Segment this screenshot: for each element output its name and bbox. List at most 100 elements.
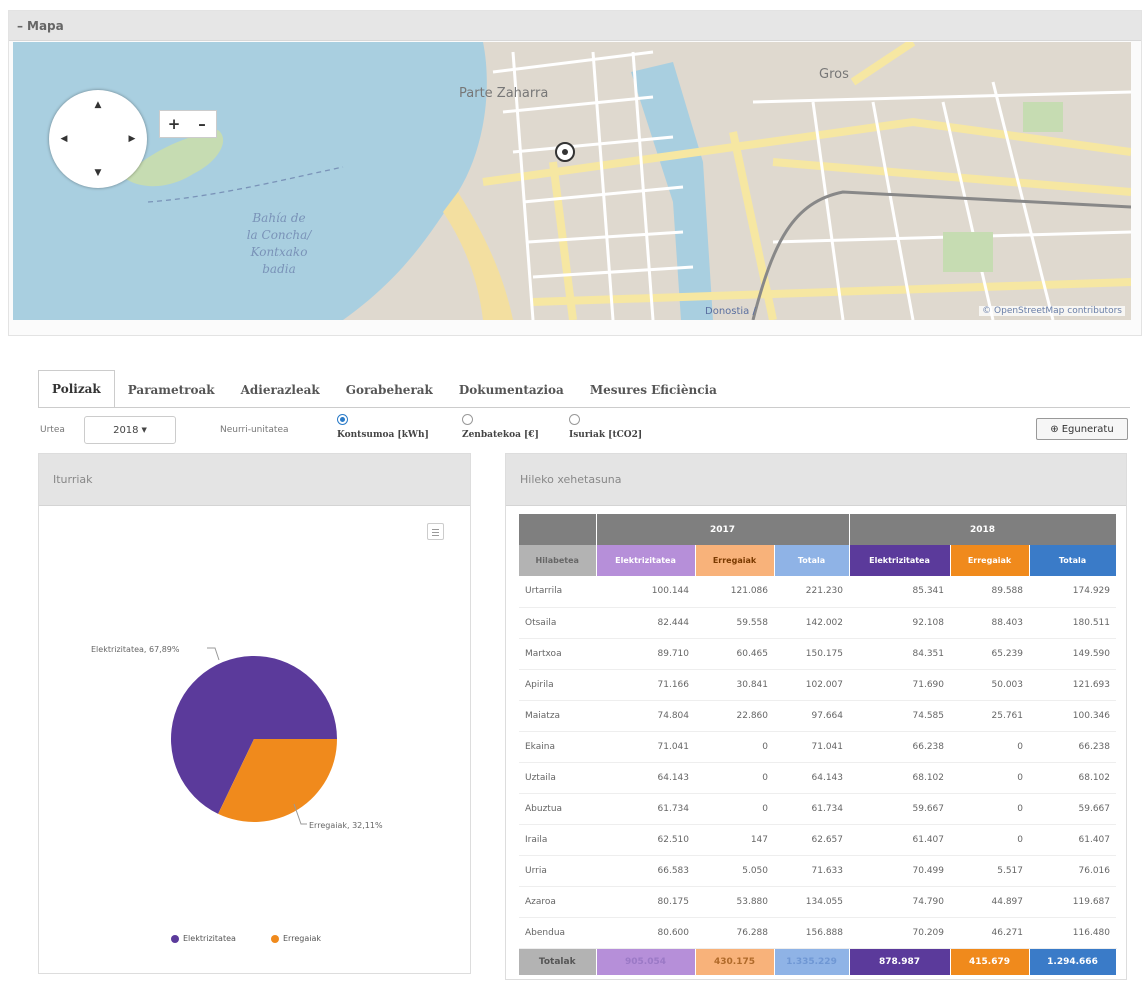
map-attribution[interactable]: © OpenStreetMap contributors — [979, 306, 1125, 316]
legend-item-elektrizitatea[interactable]: Elektrizitatea — [171, 934, 236, 943]
zoom-in-button[interactable]: + — [160, 111, 188, 137]
table-corner — [519, 514, 597, 545]
tab-polizak[interactable]: Polizak — [38, 370, 115, 408]
value-cell: 71.041 — [774, 731, 849, 763]
value-cell: 59.667 — [849, 793, 950, 825]
tab-gorabeherak[interactable]: Gorabeherak — [333, 372, 446, 408]
tab-adierazleak[interactable]: Adierazleak — [228, 372, 333, 408]
value-cell: 62.510 — [596, 824, 695, 856]
value-cell: 82.444 — [596, 607, 695, 639]
column-header: Elektrizitatea — [849, 545, 951, 576]
value-cell: 22.860 — [695, 700, 774, 732]
value-cell: 0 — [695, 793, 774, 825]
column-header: Elektrizitatea — [596, 545, 696, 576]
table-row: Apirila 71.166 30.841 102.007 71.690 50.003 12… — [519, 669, 1116, 701]
month-cell: Martxoa — [519, 638, 596, 670]
map-header[interactable]: – Mapa — [9, 11, 1141, 41]
total-cell: 1.294.666 — [1029, 948, 1117, 975]
monthly-panel: Hileko xehetasuna 2017 2018 Hilabetea Ele… — [505, 453, 1127, 980]
bay-label: Bahía de la Concha/ Kontxako badia — [239, 210, 319, 278]
pie-connector — [207, 647, 220, 661]
month-cell: Otsaila — [519, 607, 596, 639]
year-select[interactable]: 2018 ▼ — [84, 416, 176, 444]
radio-kontsumoa-label[interactable]: Kontsumoa [kWh] — [337, 430, 429, 440]
bay-label-line: badia — [262, 262, 296, 276]
sources-panel-title: Iturriak — [39, 454, 470, 506]
value-cell: 92.108 — [849, 607, 950, 639]
month-cell: Iraila — [519, 824, 596, 856]
radio-zenbatekoa-label[interactable]: Zenbatekoa [€] — [462, 430, 539, 440]
value-cell: 30.841 — [695, 669, 774, 701]
value-cell: 66.238 — [849, 731, 950, 763]
month-cell: Apirila — [519, 669, 596, 701]
tab-bar: Polizak Parametroak Adierazleak Gorabehe… — [38, 370, 730, 408]
month-cell: Abuztua — [519, 793, 596, 825]
pan-left-icon[interactable]: ◀ — [57, 132, 71, 146]
sources-panel: Iturriak Elektrizitatea, 67,89% Erregaia… — [38, 453, 471, 974]
tab-dokumentazioa[interactable]: Dokumentazioa — [446, 372, 577, 408]
pan-up-icon[interactable]: ▲ — [91, 98, 105, 112]
value-cell: 5.050 — [695, 855, 774, 887]
tab-divider — [38, 407, 1130, 408]
value-cell: 100.144 — [596, 576, 695, 608]
value-cell: 59.558 — [695, 607, 774, 639]
table-row: Azaroa 80.175 53.880 134.055 74.790 44.897 119… — [519, 886, 1116, 918]
chart-menu-icon[interactable] — [427, 523, 444, 540]
value-cell: 50.003 — [950, 669, 1029, 701]
month-cell: Urtarrila — [519, 576, 596, 608]
update-button[interactable]: ⊕ Eguneratu — [1036, 418, 1128, 440]
radio-kontsumoa[interactable] — [337, 414, 348, 425]
value-cell: 61.734 — [774, 793, 849, 825]
table-row: Iraila 62.510 147 62.657 61.407 0 61.407 — [519, 824, 1116, 856]
place-label-parte-zaharra: Parte Zaharra — [459, 86, 549, 101]
monthly-panel-title: Hileko xehetasuna — [506, 454, 1126, 506]
value-cell: 89.588 — [950, 576, 1029, 608]
radio-zenbatekoa[interactable] — [462, 414, 473, 425]
value-cell: 0 — [950, 762, 1029, 794]
month-cell: Ekaina — [519, 731, 596, 763]
zoom-out-button[interactable]: – — [188, 111, 216, 137]
table-row: Urria 66.583 5.050 71.633 70.499 5.517 76.016 — [519, 855, 1116, 887]
pan-down-icon[interactable]: ▼ — [91, 166, 105, 180]
month-cell: Abendua — [519, 917, 596, 949]
value-cell: 150.175 — [774, 638, 849, 670]
map-canvas[interactable]: Parte Zaharra Gros Bahía de la Concha/ K… — [13, 42, 1131, 320]
table-row: Uztaila 64.143 0 64.143 68.102 0 68.102 — [519, 762, 1116, 794]
value-cell: 61.407 — [1029, 824, 1116, 856]
value-cell: 156.888 — [774, 917, 849, 949]
value-cell: 0 — [695, 762, 774, 794]
value-cell: 84.351 — [849, 638, 950, 670]
value-cell: 59.667 — [1029, 793, 1116, 825]
value-cell: 97.664 — [774, 700, 849, 732]
total-cell: 415.679 — [950, 948, 1030, 975]
value-cell: 100.346 — [1029, 700, 1116, 732]
radio-isuriak[interactable] — [569, 414, 580, 425]
value-cell: 102.007 — [774, 669, 849, 701]
minus-icon[interactable]: – — [17, 19, 23, 33]
table-row: Otsaila 82.444 59.558 142.002 92.108 88.403 18… — [519, 607, 1116, 639]
value-cell: 66.583 — [596, 855, 695, 887]
map-title: Mapa — [27, 18, 64, 33]
radio-isuriak-label[interactable]: Isuriak [tCO2] — [569, 430, 642, 440]
month-cell: Uztaila — [519, 762, 596, 794]
value-cell: 80.175 — [596, 886, 695, 918]
map-tiles — [13, 42, 1131, 320]
bay-label-line: Bahía de — [252, 211, 306, 225]
tab-parametroak[interactable]: Parametroak — [115, 372, 228, 408]
total-cell: 1.335.229 — [774, 948, 850, 975]
value-cell: 53.880 — [695, 886, 774, 918]
tab-mesures-eficiencia[interactable]: Mesures Eficiència — [577, 372, 730, 408]
pan-control[interactable]: ▲ ▼ ◀ ▶ — [49, 90, 147, 188]
legend-label: Erregaiak — [283, 934, 321, 943]
value-cell: 25.761 — [950, 700, 1029, 732]
pie-label-elektrizitatea: Elektrizitatea, 67,89% — [91, 645, 180, 654]
legend-item-erregaiak[interactable]: Erregaiak — [271, 934, 321, 943]
value-cell: 71.041 — [596, 731, 695, 763]
pan-right-icon[interactable]: ▶ — [125, 132, 139, 146]
totals-row: Totalak 905.054 430.175 1.335.229 878.987 415… — [519, 948, 1117, 975]
value-cell: 76.288 — [695, 917, 774, 949]
value-cell: 5.517 — [950, 855, 1029, 887]
value-cell: 62.657 — [774, 824, 849, 856]
value-cell: 0 — [950, 793, 1029, 825]
refresh-icon: ⊕ — [1050, 423, 1059, 435]
